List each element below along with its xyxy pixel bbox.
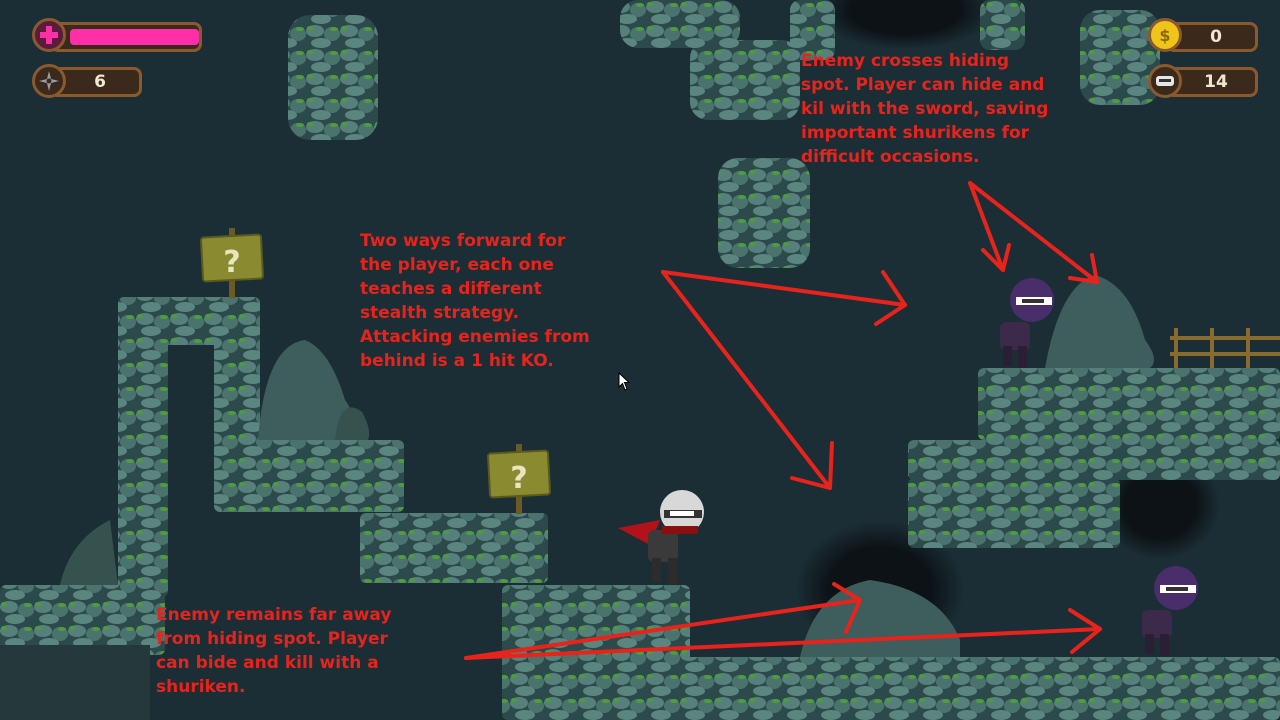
enemy-ninja: [1142, 566, 1198, 656]
sign-symbol: ?: [223, 245, 240, 280]
question-sign: ?: [487, 444, 551, 514]
health-cross-icon: [32, 18, 66, 52]
annotation-bottom-left: Enemy remains far away from hiding spot.…: [156, 605, 392, 697]
health-fill: [70, 29, 199, 45]
annotation-center: Two ways forward for the player, each on…: [360, 231, 590, 371]
shuriken-count: 6: [94, 72, 106, 92]
enemy-ninja: [1000, 278, 1054, 368]
question-sign: ?: [200, 228, 264, 298]
wooden-fence: [1170, 328, 1280, 368]
shuriken-icon: [32, 64, 66, 98]
stone-pillar: [288, 15, 378, 140]
mouse-cursor-icon: [618, 372, 631, 391]
player-ninja: [618, 490, 704, 584]
annotation-top-right: Enemy crosses hiding spot. Player can hi…: [801, 51, 1049, 167]
coin-icon: $: [1148, 18, 1182, 52]
ninja-mask-icon: [1148, 64, 1182, 98]
arrow-upper-path: [661, 270, 907, 307]
coin-count: 0: [1210, 27, 1222, 47]
sign-symbol: ?: [510, 461, 527, 496]
arrow-lower-path: [661, 270, 832, 490]
hiding-rock: [1045, 275, 1154, 368]
cave-opening: [815, 0, 995, 50]
ammo-count: 14: [1204, 72, 1228, 92]
